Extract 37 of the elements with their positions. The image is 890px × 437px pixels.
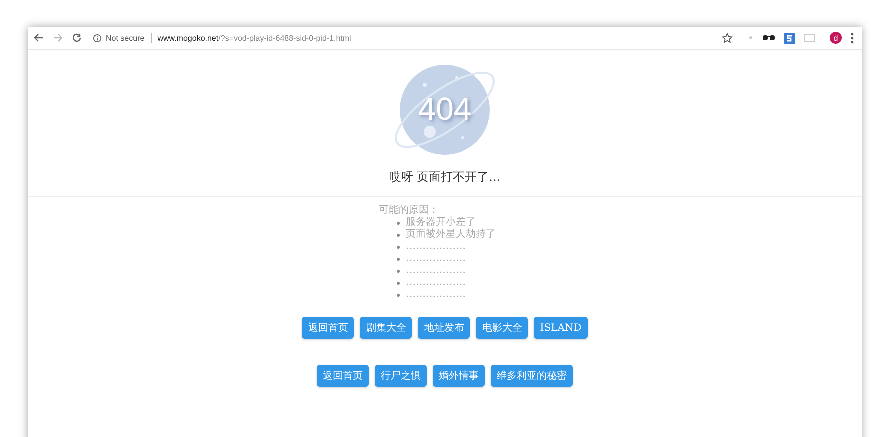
reason-text: ……………… [406,253,466,265]
nav-button[interactable]: 剧集大全 [360,317,412,339]
address-field[interactable]: www.mogoko.net/?s=vod-play-id-6488-sid-0-pid-1.html [158,34,352,42]
glasses-icon[interactable] [763,35,775,41]
nav-button[interactable]: 地址发布 [418,317,470,339]
profile-avatar[interactable]: d [830,32,842,44]
bullet-icon [397,234,400,236]
nav-button[interactable]: ISLAND [534,317,588,339]
reason-text: ……………… [406,265,466,277]
bullet-icon [397,294,400,296]
error-message: 哎呀 页面打不开了... [389,169,501,186]
bullet-icon [397,222,400,224]
bullet-icon [397,282,400,284]
star-icon[interactable] [722,32,733,44]
nav-button[interactable]: 返回首页 [317,365,369,387]
menu-icon[interactable] [851,32,854,44]
bullet-icon [397,246,400,248]
bullet-icon [397,270,400,272]
error-code: 404 [417,91,473,127]
security-label: Not secure [106,34,145,42]
reasons-title: 可能的原因： [379,205,440,217]
nav-button[interactable]: 电影大全 [476,317,528,339]
reason-text: ……………… [406,277,466,289]
back-icon[interactable] [34,33,44,43]
extension-icon[interactable] [784,32,795,44]
bullet-icon [397,258,400,260]
dot-icon[interactable] [748,35,754,41]
reason-text: ……………… [406,289,466,301]
info-icon[interactable] [93,34,102,42]
reason-text: 服务器开小差了 [406,217,476,228]
nav-button[interactable]: 婚外情事 [433,365,485,387]
reason-text: 页面被外星人劫持了 [406,229,496,241]
reload-icon[interactable] [72,33,82,43]
nav-button[interactable]: 行尸之惧 [375,365,427,387]
reason-text: ……………… [406,241,466,253]
nav-button[interactable]: 维多利亚的秘密 [491,365,573,387]
nav-button[interactable]: 返回首页 [302,317,354,339]
